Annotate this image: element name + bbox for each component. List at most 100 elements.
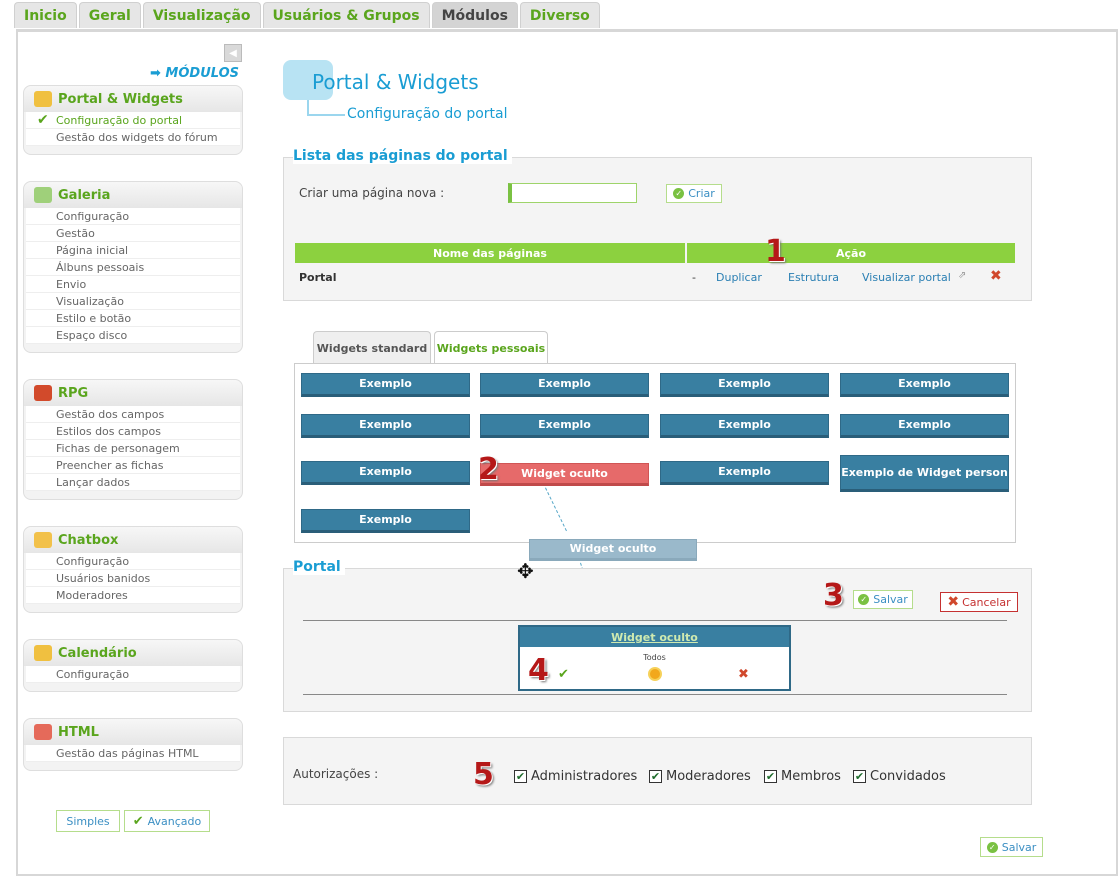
sidebar-item[interactable]: Lançar dados [26, 474, 240, 491]
sidebar-item[interactable]: Configuração [26, 553, 240, 570]
checkbox-checked-icon[interactable]: ✔ [514, 770, 527, 783]
tab-visualizacao[interactable]: Visualização [142, 2, 261, 28]
sidebar-item-widgets-forum[interactable]: Gestão dos widgets do fórum [26, 129, 240, 146]
sidebar-item[interactable]: Página inicial [26, 242, 240, 259]
sidebar-item[interactable]: Espaço disco [26, 327, 240, 344]
portal-column-divider [303, 694, 1007, 695]
top-tab-bar: Inicio Geral Visualização Usuários & Gru… [14, 2, 600, 29]
sidebar-section-portal: Portal & Widgets Configuração do portal … [23, 85, 243, 155]
tab-usuarios-grupos[interactable]: Usuários & Grupos [262, 2, 430, 28]
portal-save-button[interactable]: ✓ Salvar [853, 590, 913, 609]
tab-modulos[interactable]: Módulos [431, 2, 518, 28]
portal-cancel-button[interactable]: ✖ Cancelar [940, 592, 1018, 612]
placed-widget-title[interactable]: Widget oculto [520, 627, 789, 647]
widget-button-hidden[interactable]: Widget oculto [480, 463, 649, 486]
check-icon: ✔ [132, 813, 144, 829]
ok-icon: ✓ [986, 841, 998, 853]
checkbox-checked-icon[interactable]: ✔ [853, 770, 866, 783]
sidebar-section-title[interactable]: Calendário [24, 640, 242, 666]
permission-members[interactable]: ✔ Membros [764, 769, 841, 784]
page-subtitle: Configuração do portal [347, 106, 508, 122]
sidebar-item[interactable]: Gestão [26, 225, 240, 242]
duplicate-link[interactable]: Duplicar [716, 271, 762, 284]
placed-widget[interactable]: Widget oculto Todos ✔ ✖ [518, 625, 791, 691]
tab-inicio[interactable]: Inicio [14, 2, 77, 28]
sidebar-item[interactable]: Configuração [26, 208, 240, 225]
widget-button[interactable]: Exemplo [840, 373, 1009, 397]
permission-admins[interactable]: ✔ Administradores [514, 769, 637, 784]
annotation-5: 5 [473, 757, 494, 792]
tab-geral[interactable]: Geral [78, 2, 141, 28]
annotation-2: 2 [478, 452, 499, 487]
view-portal-link[interactable]: Visualizar portal [862, 271, 951, 284]
visibility-toggle-icon[interactable]: ✔ [558, 667, 569, 682]
permission-guests[interactable]: ✔ Convidados [853, 769, 946, 784]
sidebar-section-galeria: Galeria Configuração Gestão Página inici… [23, 181, 243, 353]
dice-icon [34, 385, 52, 401]
checkbox-checked-icon[interactable]: ✔ [764, 770, 777, 783]
widget-button[interactable]: Exemplo [480, 373, 649, 397]
new-page-input[interactable] [508, 183, 637, 203]
move-cursor-icon: ✥ [517, 559, 534, 583]
house-icon [34, 91, 52, 107]
placed-widget-visibility: Todos [643, 653, 666, 662]
save-button[interactable]: ✓ Salvar [980, 837, 1043, 857]
sidebar-item[interactable]: Preencher as fichas [26, 457, 240, 474]
widget-button[interactable]: Exemplo [301, 461, 470, 485]
ok-icon: ✓ [858, 594, 870, 605]
page-title: Portal & Widgets [312, 70, 479, 94]
sidebar-item[interactable]: Envio [26, 276, 240, 293]
sidebar-item[interactable]: Álbuns pessoais [26, 259, 240, 276]
create-button[interactable]: ✓ Criar [666, 184, 722, 203]
tab-widgets-standard[interactable]: Widgets standard [313, 331, 431, 364]
widget-button[interactable]: Exemplo [301, 414, 470, 438]
permission-moderators[interactable]: ✔ Moderadores [649, 769, 751, 784]
sidebar-item[interactable]: Estilo e botão [26, 310, 240, 327]
widget-button[interactable]: Exemplo [660, 373, 829, 397]
tab-diverso[interactable]: Diverso [519, 2, 600, 28]
delete-icon[interactable]: ✖ [990, 268, 1002, 284]
close-icon: ✖ [947, 594, 960, 610]
document-icon [34, 724, 52, 740]
sidebar-item-config-portal[interactable]: Configuração do portal [26, 112, 240, 129]
widget-button[interactable]: Exemplo [840, 414, 1009, 438]
sidebar-item[interactable]: Visualização [26, 293, 240, 310]
sidebar-item[interactable]: Fichas de personagem [26, 440, 240, 457]
sidebar-item[interactable]: Moderadores [26, 587, 240, 604]
widget-button[interactable]: Exemplo [301, 373, 470, 397]
gallery-icon [34, 187, 52, 203]
mode-simple-button[interactable]: Simples [56, 810, 120, 832]
pages-section-title: Lista das páginas do portal [293, 148, 512, 164]
tab-widgets-pessoais[interactable]: Widgets pessoais [434, 331, 548, 365]
sidebar-section-title[interactable]: Portal & Widgets [24, 86, 242, 112]
collapse-sidebar-button[interactable]: ◀ [224, 44, 242, 62]
external-link-icon: ⇗ [958, 270, 967, 281]
annotation-1: 1 [765, 234, 786, 269]
checkbox-checked-icon[interactable]: ✔ [649, 770, 662, 783]
create-page-label: Criar uma página nova : [299, 186, 445, 200]
gear-icon[interactable] [648, 667, 662, 681]
widget-button[interactable]: Exemplo [480, 414, 649, 438]
structure-link[interactable]: Estrutura [788, 271, 839, 284]
sidebar-section-title[interactable]: Chatbox [24, 527, 242, 553]
sidebar-item[interactable]: Gestão dos campos [26, 406, 240, 423]
sidebar-section-title[interactable]: RPG [24, 380, 242, 406]
widget-button[interactable]: Exemplo de Widget person [840, 455, 1009, 492]
sidebar-item[interactable]: Configuração [26, 666, 240, 683]
sidebar-item[interactable]: Estilos dos campos [26, 423, 240, 440]
sidebar-section-chatbox: Chatbox Configuração Usuários banidos Mo… [23, 526, 243, 613]
sidebar-item[interactable]: Usuários banidos [26, 570, 240, 587]
portal-section-title: Portal [293, 559, 345, 575]
sidebar-section-title[interactable]: HTML [24, 719, 242, 745]
dragging-widget[interactable]: Widget oculto [529, 539, 697, 561]
page-name-portal: Portal [299, 271, 337, 284]
widget-button[interactable]: Exemplo [660, 461, 829, 485]
sidebar-section-title[interactable]: Galeria [24, 182, 242, 208]
widget-button[interactable]: Exemplo [660, 414, 829, 438]
mode-advanced-button[interactable]: ✔ Avançado [124, 810, 210, 832]
permissions-label: Autorizações : [293, 767, 379, 781]
widget-button[interactable]: Exemplo [301, 509, 470, 533]
sidebar-section-calendario: Calendário Configuração [23, 639, 243, 692]
sidebar-item[interactable]: Gestão das páginas HTML [26, 745, 240, 762]
delete-icon[interactable]: ✖ [738, 667, 749, 682]
